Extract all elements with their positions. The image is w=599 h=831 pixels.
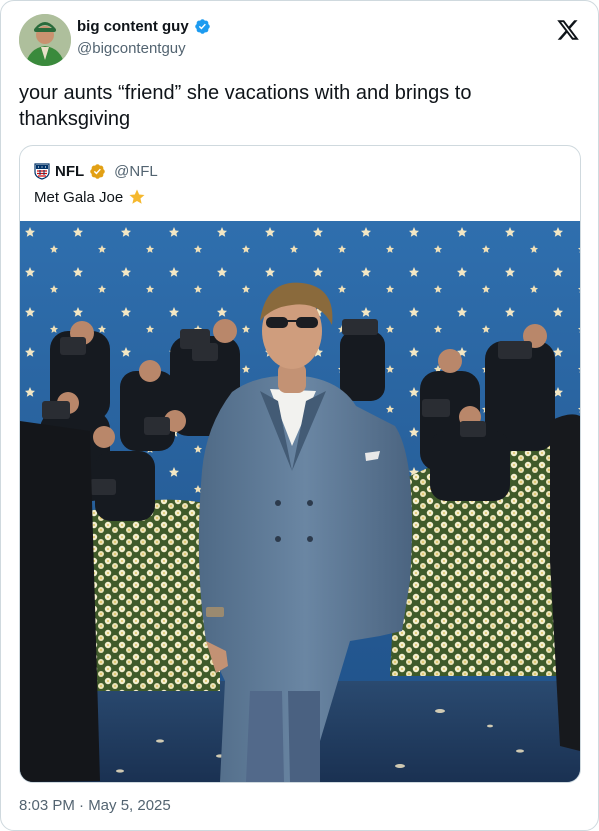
nfl-shield-icon	[34, 163, 50, 180]
tweet-text: your aunts “friend” she vacations with a…	[19, 82, 472, 130]
tweet-timestamp[interactable]: 8:03 PM · May 5, 2025	[19, 797, 171, 814]
author-handle[interactable]: @bigcontentguy	[77, 40, 186, 57]
verified-badge-icon	[194, 19, 210, 34]
quoted-tweet-text-row: Met Gala Joe	[34, 188, 146, 206]
quoted-tweet-header: NFL @NFL	[34, 162, 158, 180]
author-display-name[interactable]: big content guy	[77, 18, 189, 35]
quoted-tweet[interactable]: NFL @NFL Met Gala Joe	[19, 145, 581, 783]
star-icon	[129, 189, 145, 204]
gold-verified-badge-icon	[90, 163, 105, 179]
tweet-header: big content guy @bigcontentguy	[19, 14, 584, 68]
quoted-tweet-text: Met Gala Joe	[34, 188, 124, 206]
tweet-card: big content guy @bigcontentguy your aunt…	[0, 0, 599, 831]
x-logo-icon[interactable]	[556, 18, 580, 42]
avatar[interactable]	[19, 14, 71, 66]
quoted-display-name[interactable]: NFL	[55, 163, 84, 180]
quoted-handle[interactable]: @NFL	[114, 163, 158, 180]
author-name-row: big content guy	[77, 18, 211, 35]
quoted-tweet-photo[interactable]	[20, 221, 580, 782]
avatar-image	[19, 14, 71, 66]
